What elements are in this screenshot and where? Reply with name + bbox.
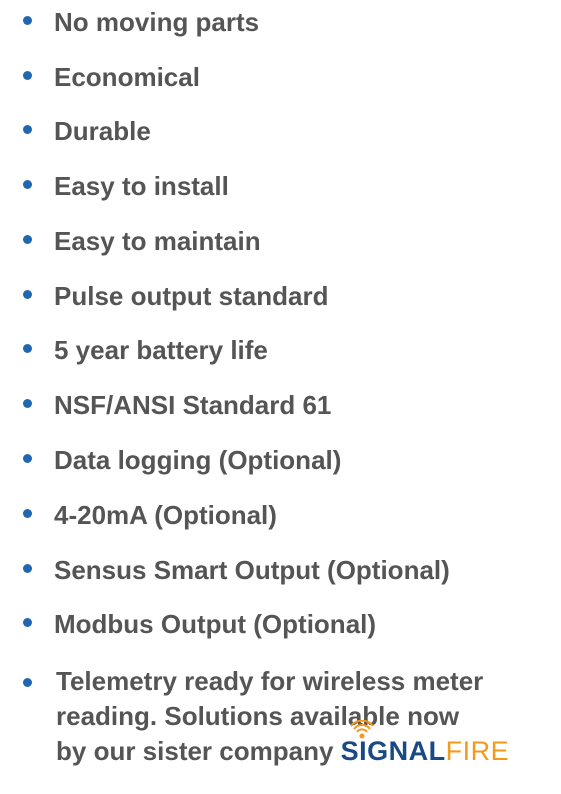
feature-label: Pulse output standard xyxy=(54,281,329,311)
bullet-icon xyxy=(23,509,32,518)
feature-item: 4-20mA (Optional) xyxy=(0,495,561,535)
bullet-icon xyxy=(23,678,32,687)
signalfire-logo: SIGNALFIRE xyxy=(340,720,510,769)
feature-label: Economical xyxy=(54,62,200,92)
telemetry-text: Telemetry ready for wireless meter readi… xyxy=(56,664,556,769)
feature-item: Easy to maintain xyxy=(0,221,561,261)
feature-item: Economical xyxy=(0,57,561,97)
feature-item-telemetry: Telemetry ready for wireless meter readi… xyxy=(0,664,561,774)
feature-item: Data logging (Optional) xyxy=(0,440,561,480)
logo-text-fire: FIRE xyxy=(445,736,510,766)
bullet-icon xyxy=(23,290,32,299)
feature-item: Modbus Output (Optional) xyxy=(0,604,561,644)
bullet-icon xyxy=(23,564,32,573)
bullet-icon xyxy=(23,16,32,25)
signal-wave-icon xyxy=(349,720,374,739)
logo-text-signal: SIGNAL xyxy=(340,736,446,766)
feature-label: Data logging (Optional) xyxy=(54,445,342,475)
feature-label: Easy to install xyxy=(54,171,229,201)
bullet-icon xyxy=(23,180,32,189)
bullet-icon xyxy=(23,399,32,408)
bullet-icon xyxy=(23,618,32,627)
telemetry-line-2: reading. Solutions available now xyxy=(56,701,460,731)
feature-label: 5 year battery life xyxy=(54,335,268,365)
feature-label: No moving parts xyxy=(54,7,260,37)
feature-item: Durable xyxy=(0,111,561,151)
bullet-icon xyxy=(23,454,32,463)
bullet-icon xyxy=(23,235,32,244)
feature-item: NSF/ANSI Standard 61 xyxy=(0,385,561,425)
feature-item: Easy to install xyxy=(0,166,561,206)
feature-item: 5 year battery life xyxy=(0,330,561,370)
feature-item: No moving parts xyxy=(0,2,561,42)
feature-label: NSF/ANSI Standard 61 xyxy=(54,390,332,420)
telemetry-line-3: by our sister company xyxy=(56,736,334,766)
feature-item: Pulse output standard xyxy=(0,276,561,316)
feature-item: Sensus Smart Output (Optional) xyxy=(0,550,561,590)
bullet-icon xyxy=(23,125,32,134)
bullet-icon xyxy=(23,344,32,353)
feature-label: Easy to maintain xyxy=(54,226,261,256)
feature-label: Sensus Smart Output (Optional) xyxy=(54,555,450,585)
feature-label: 4-20mA (Optional) xyxy=(54,500,277,530)
bullet-icon xyxy=(23,71,32,80)
telemetry-line-1: Telemetry ready for wireless meter xyxy=(56,666,484,696)
feature-label: Durable xyxy=(54,116,151,146)
feature-label: Modbus Output (Optional) xyxy=(54,609,377,639)
